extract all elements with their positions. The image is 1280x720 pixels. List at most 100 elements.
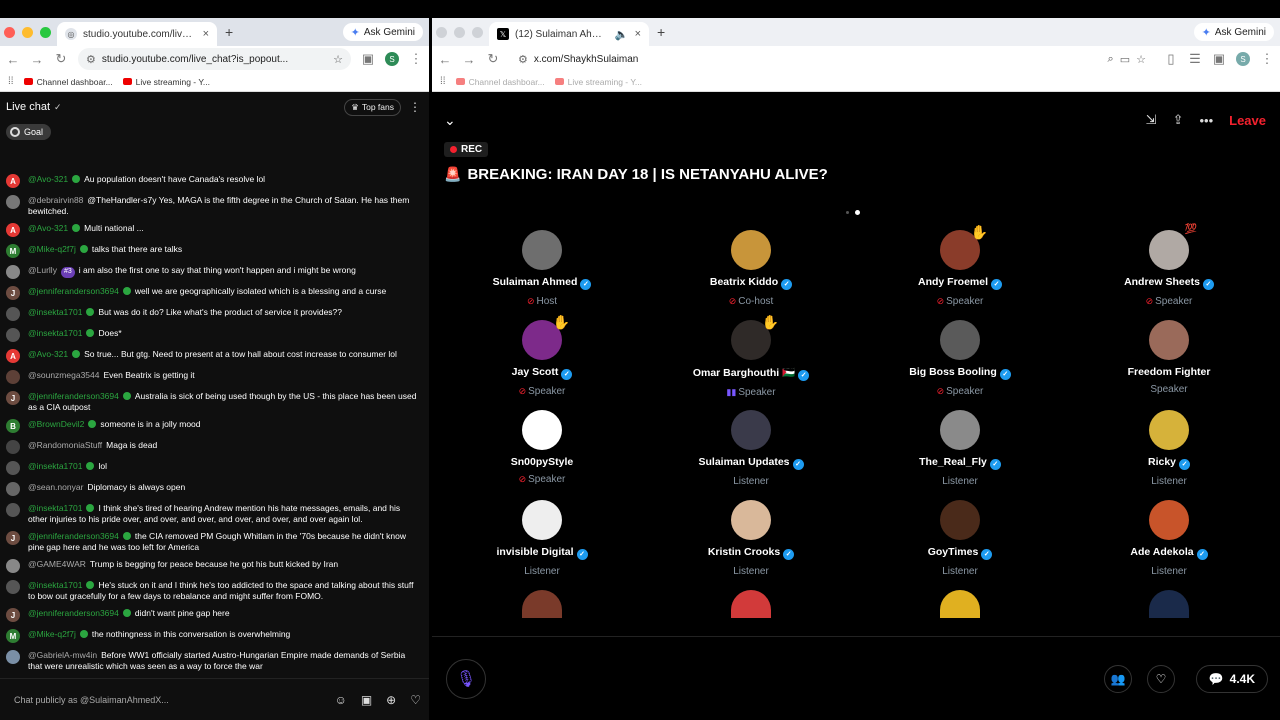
page-dot-active[interactable]: [855, 210, 860, 215]
participant[interactable]: Beatrix Kiddo ✓ ⊘ Co-host: [661, 230, 841, 307]
chat-message[interactable]: A @Avo-321 Au population doesn't have Cana…: [6, 174, 421, 188]
profile-avatar[interactable]: S: [1236, 52, 1250, 66]
new-tab-button[interactable]: +: [217, 24, 241, 40]
chat-username[interactable]: @sounzmega3544: [28, 370, 99, 380]
chat-message[interactable]: @insekta1701 Does*: [6, 328, 421, 342]
participant[interactable]: Sn00pyStyle ⊘ Speaker: [452, 410, 632, 485]
browser-tab-x[interactable]: 𝕏 (12) Sulaiman Ahmed (@S 🔈 ×: [489, 22, 649, 46]
zoom-icon[interactable]: ⌕: [1108, 53, 1114, 66]
reactions-button[interactable]: ♡: [1147, 665, 1175, 693]
participant-avatar[interactable]: [522, 230, 562, 270]
bookmark-live-streaming[interactable]: Live streaming - Y...: [122, 77, 210, 87]
reload-icon[interactable]: ↻: [486, 51, 500, 67]
browser-menu-icon[interactable]: ⋮: [1260, 51, 1274, 67]
chat-username[interactable]: @jenniferanderson3694: [28, 608, 119, 618]
user-avatar[interactable]: [6, 580, 20, 594]
user-avatar[interactable]: A: [6, 174, 20, 188]
chat-username[interactable]: @Avo-321: [28, 349, 68, 359]
chat-message[interactable]: @sean.nonyar Diplomacy is always open: [6, 482, 421, 496]
participant[interactable]: 💯 Andrew Sheets ✓ ⊘ Speaker: [1079, 224, 1259, 307]
participant-avatar[interactable]: [1149, 500, 1189, 540]
chat-username[interactable]: @Mike-q2f7j: [28, 629, 76, 639]
share-icon[interactable]: ⇪: [1173, 112, 1184, 128]
chevron-down-icon[interactable]: ⌄: [444, 112, 456, 129]
chat-username[interactable]: @Avo-321: [28, 223, 68, 233]
chat-username[interactable]: @insekta1701: [28, 461, 82, 471]
user-avatar[interactable]: J: [6, 531, 20, 545]
chat-username[interactable]: @Lurlly: [28, 265, 57, 275]
chat-username[interactable]: @insekta1701: [28, 307, 82, 317]
back-icon[interactable]: ←: [6, 52, 20, 67]
bookmark-star-icon[interactable]: ☆: [333, 53, 343, 66]
chat-message-list[interactable]: A @Avo-321 Au population doesn't have Cana…: [0, 170, 429, 696]
new-tab-button[interactable]: +: [649, 24, 673, 40]
chat-message[interactable]: @GAME4WAR Trump is begging for peace beca…: [6, 559, 421, 573]
chat-message[interactable]: M @Mike-q2f7j the nothingness in this conv…: [6, 629, 421, 643]
participant-avatar[interactable]: [1149, 410, 1189, 450]
chat-message[interactable]: J @jenniferanderson3694 the CIA removed PM…: [6, 531, 421, 552]
chat-message[interactable]: @debrairvin88 @TheHandler-s7y Yes, MAGA i…: [6, 195, 421, 216]
user-avatar[interactable]: [6, 265, 20, 279]
browser-tab-live-chat[interactable]: ◎ studio.youtube.com/live_chat ×: [57, 22, 217, 46]
extensions-icon[interactable]: ☰: [1188, 51, 1202, 67]
chat-message[interactable]: @Lurlly #3 i am also the first one to say …: [6, 265, 421, 279]
participant-partial[interactable]: [661, 590, 841, 618]
participant-avatar[interactable]: [940, 590, 980, 618]
participant-avatar[interactable]: [731, 410, 771, 450]
ask-gemini-button[interactable]: ✦ Ask Gemini: [1193, 23, 1274, 41]
user-avatar[interactable]: J: [6, 391, 20, 405]
cast-icon[interactable]: ▭: [1120, 53, 1130, 66]
url-field[interactable]: ⚙ studio.youtube.com/live_chat?is_popout…: [78, 48, 351, 70]
chat-username[interactable]: @BrownDevil2: [28, 419, 84, 429]
chat-input[interactable]: Chat publicly as @SulaimanAhmedX...: [14, 695, 321, 705]
chat-message[interactable]: @sounzmega3544 Even Beatrix is getting it: [6, 370, 421, 384]
participant[interactable]: GoyTimes ✓ Listener: [870, 500, 1050, 577]
user-avatar[interactable]: [6, 650, 20, 664]
participant-avatar[interactable]: [940, 410, 980, 450]
speaker-icon[interactable]: 🔈: [615, 28, 629, 41]
user-avatar[interactable]: M: [6, 244, 20, 258]
chat-message[interactable]: J @jenniferanderson3694 Australia is sick …: [6, 391, 421, 412]
participant-avatar[interactable]: [731, 590, 771, 618]
participant-avatar[interactable]: [522, 500, 562, 540]
chat-username[interactable]: @insekta1701: [28, 503, 82, 513]
apps-grid-icon[interactable]: ⁞⁞: [440, 76, 446, 87]
user-avatar[interactable]: B: [6, 419, 20, 433]
participant[interactable]: Big Boss Booling ✓ ⊘ Speaker: [870, 320, 1050, 397]
participant-partial[interactable]: [1079, 590, 1259, 618]
profile-avatar[interactable]: S: [385, 52, 399, 66]
chat-message[interactable]: J @jenniferanderson3694 didn't want pine g…: [6, 608, 421, 622]
chat-message[interactable]: J @jenniferanderson3694 well we are geogra…: [6, 286, 421, 300]
page-dot[interactable]: [846, 211, 849, 214]
minimize-window-button[interactable]: [22, 26, 33, 38]
chat-message[interactable]: @insekta1701 But was do it do? Like what'…: [6, 307, 421, 321]
participant[interactable]: Kristin Crooks ✓ Listener: [661, 500, 841, 577]
participant-avatar[interactable]: [522, 590, 562, 618]
chat-message[interactable]: @RandomoniaStuff Maga is dead: [6, 440, 421, 454]
url-field[interactable]: ⚙ x.com/ShaykhSulaiman ⌕ ▭ ☆: [510, 48, 1154, 70]
user-avatar[interactable]: M: [6, 629, 20, 643]
chat-username[interactable]: @Mike-q2f7j: [28, 244, 76, 254]
chat-username[interactable]: @sean.nonyar: [28, 482, 83, 492]
tab-search-icon[interactable]: ▣: [1212, 51, 1226, 67]
participant-avatar[interactable]: [940, 500, 980, 540]
user-avatar[interactable]: [6, 307, 20, 321]
user-avatar[interactable]: A: [6, 349, 20, 363]
participant[interactable]: ✋ Andy Froemel ✓ ⊘ Speaker: [870, 224, 1050, 307]
chat-username[interactable]: @RandomoniaStuff: [28, 440, 102, 450]
close-tab-icon[interactable]: ×: [203, 28, 209, 40]
participant[interactable]: Ricky ✓ Listener: [1079, 410, 1259, 487]
forward-icon[interactable]: →: [462, 52, 476, 67]
chevron-down-icon[interactable]: ✓: [54, 102, 62, 113]
user-avatar[interactable]: J: [6, 608, 20, 622]
emoji-icon[interactable]: ☺: [335, 693, 347, 707]
chat-message[interactable]: A @Avo-321 Multi national ...: [6, 223, 421, 237]
participant-avatar[interactable]: [731, 230, 771, 270]
user-avatar[interactable]: [6, 328, 20, 342]
chat-username[interactable]: @jenniferanderson3694: [28, 286, 119, 296]
participant[interactable]: The_Real_Fly ✓ Listener: [870, 410, 1050, 487]
site-info-icon[interactable]: ⚙: [86, 53, 96, 66]
user-avatar[interactable]: [6, 559, 20, 573]
forward-icon[interactable]: →: [30, 52, 44, 67]
goal-chip[interactable]: Goal: [6, 124, 52, 140]
